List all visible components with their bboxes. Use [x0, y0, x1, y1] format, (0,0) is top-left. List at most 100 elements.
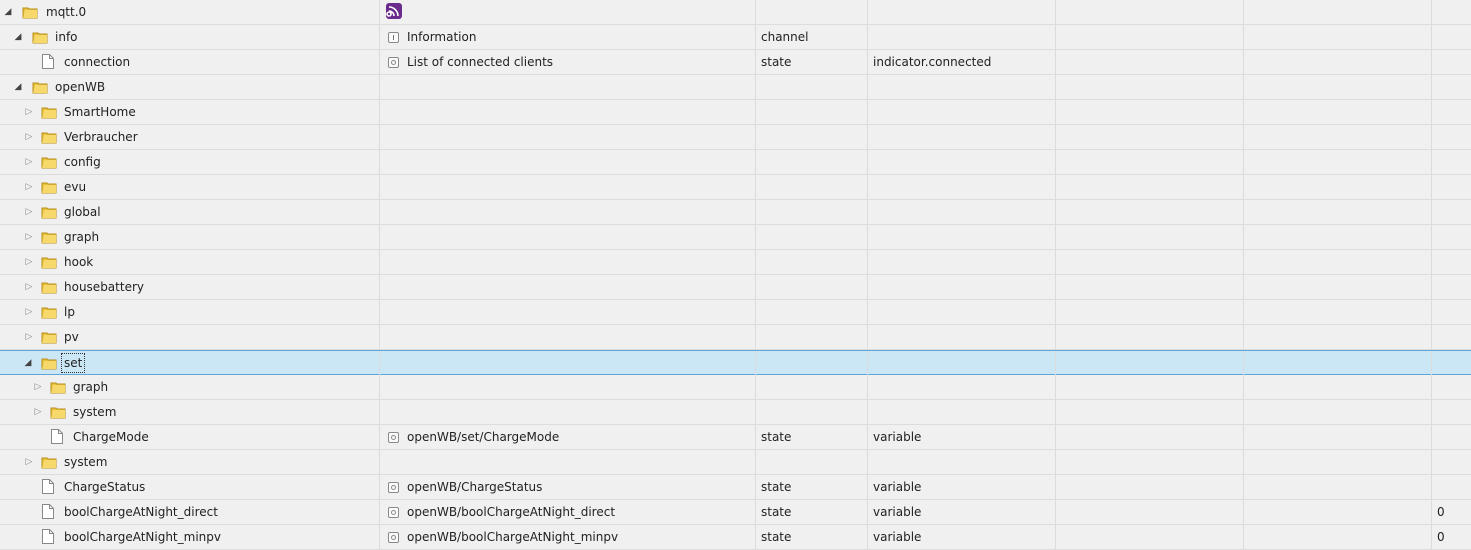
tree-label: info [55, 30, 78, 44]
folder-icon [50, 407, 66, 419]
room-cell [1055, 300, 1243, 324]
type-cell [755, 225, 867, 249]
type-cell [755, 100, 867, 124]
expanded-arrow-icon[interactable]: ◢ [3, 0, 13, 24]
function-cell [1243, 500, 1431, 524]
tree-cell-id: ▷ system [0, 450, 379, 474]
tree-label: pv [64, 330, 79, 344]
collapsed-arrow-icon[interactable]: ▷ [24, 250, 34, 274]
tree-row-mqtt-0[interactable]: ◢ mqtt.0 [0, 0, 1471, 25]
value-cell [1431, 250, 1471, 274]
collapsed-arrow-icon[interactable]: ▷ [33, 375, 43, 399]
collapsed-arrow-icon[interactable]: ▷ [24, 125, 34, 149]
value-cell [1431, 150, 1471, 174]
tree-row-boolchargeatnight-direct[interactable]: boolChargeAtNight_direct openWB/boolChar… [0, 500, 1471, 525]
tree-row-hook[interactable]: ▷ hook [0, 250, 1471, 275]
room-cell [1055, 525, 1243, 549]
file-icon [42, 54, 54, 69]
tree-label: lp [64, 305, 75, 319]
folder-icon [41, 132, 57, 144]
function-cell [1243, 275, 1431, 299]
function-cell [1243, 400, 1431, 424]
room-cell [1055, 375, 1243, 399]
function-cell [1243, 375, 1431, 399]
collapsed-arrow-icon[interactable]: ▷ [24, 275, 34, 299]
type-cell [755, 0, 867, 24]
tree-cell-id: ▷ SmartHome [0, 100, 379, 124]
tree-row-set-graph[interactable]: ▷ graph [0, 375, 1471, 400]
collapsed-arrow-icon[interactable]: ▷ [24, 225, 34, 249]
collapsed-arrow-icon[interactable]: ▷ [24, 175, 34, 199]
function-cell [1243, 150, 1431, 174]
expanded-arrow-icon[interactable]: ◢ [13, 25, 23, 49]
tree-row-verbraucher[interactable]: ▷ Verbraucher [0, 125, 1471, 150]
function-cell [1243, 425, 1431, 449]
collapsed-arrow-icon[interactable]: ▷ [24, 450, 34, 474]
value-cell [1431, 75, 1471, 99]
name-cell [379, 325, 755, 349]
type-cell: state [755, 425, 867, 449]
expanded-arrow-icon[interactable]: ◢ [13, 75, 23, 99]
role-cell [867, 0, 1055, 24]
function-cell [1243, 525, 1431, 549]
tree-row-chargemode[interactable]: ChargeMode openWB/set/ChargeMode state v… [0, 425, 1471, 450]
role-cell [867, 325, 1055, 349]
value-cell [1431, 0, 1471, 24]
tree-row-set[interactable]: ◢ set [0, 350, 1471, 375]
tree-label: openWB [55, 80, 106, 94]
role-cell [867, 250, 1055, 274]
tree-row-info[interactable]: ◢ info Information channel [0, 25, 1471, 50]
value-cell [1431, 300, 1471, 324]
name-cell [379, 0, 755, 24]
tree-cell-id: ▷ lp [0, 300, 379, 324]
type-cell [755, 75, 867, 99]
tree-label: graph [64, 230, 100, 244]
tree-row-smarthome[interactable]: ▷ SmartHome [0, 100, 1471, 125]
collapsed-arrow-icon[interactable]: ▷ [24, 150, 34, 174]
info-icon [388, 32, 399, 43]
folder-icon [32, 32, 48, 44]
type-cell [755, 400, 867, 424]
value-cell[interactable]: 0 [1431, 500, 1471, 524]
tree-row-config[interactable]: ▷ config [0, 150, 1471, 175]
name-cell [379, 100, 755, 124]
room-cell [1055, 450, 1243, 474]
tree-cell-id: ChargeMode [0, 425, 379, 449]
room-cell [1055, 500, 1243, 524]
state-icon [388, 57, 399, 68]
collapsed-arrow-icon[interactable]: ▷ [24, 325, 34, 349]
tree-row-openwb[interactable]: ◢ openWB [0, 75, 1471, 100]
value-cell [1431, 325, 1471, 349]
tree-label: hook [64, 255, 94, 269]
tree-row-chargestatus[interactable]: ChargeStatus openWB/ChargeStatus state v… [0, 475, 1471, 500]
room-cell [1055, 400, 1243, 424]
type-cell [755, 450, 867, 474]
value-cell [1431, 425, 1471, 449]
tree-row-lp[interactable]: ▷ lp [0, 300, 1471, 325]
collapsed-arrow-icon[interactable]: ▷ [24, 100, 34, 124]
tree-row-connection[interactable]: connection List of connected clients sta… [0, 50, 1471, 75]
type-cell [755, 200, 867, 224]
collapsed-arrow-icon[interactable]: ▷ [24, 300, 34, 324]
tree-row-boolchargeatnight-minpv[interactable]: boolChargeAtNight_minpv openWB/boolCharg… [0, 525, 1471, 550]
tree-row-system[interactable]: ▷ system [0, 450, 1471, 475]
role-cell [867, 25, 1055, 49]
value-cell [1431, 351, 1471, 375]
tree-row-set-system[interactable]: ▷ system [0, 400, 1471, 425]
collapsed-arrow-icon[interactable]: ▷ [24, 200, 34, 224]
role-cell [867, 300, 1055, 324]
expanded-arrow-icon[interactable]: ◢ [23, 351, 33, 375]
value-cell[interactable]: 0 [1431, 525, 1471, 549]
tree-row-housebattery[interactable]: ▷ housebattery [0, 275, 1471, 300]
tree-row-graph[interactable]: ▷ graph [0, 225, 1471, 250]
role-cell [867, 100, 1055, 124]
tree-label: housebattery [64, 280, 144, 294]
tree-label: ChargeMode [73, 430, 149, 444]
state-icon [388, 532, 399, 543]
tree-row-global[interactable]: ▷ global [0, 200, 1471, 225]
tree-row-pv[interactable]: ▷ pv [0, 325, 1471, 350]
tree-cell-id: ▷ housebattery [0, 275, 379, 299]
collapsed-arrow-icon[interactable]: ▷ [33, 400, 43, 424]
room-cell [1055, 200, 1243, 224]
tree-row-evu[interactable]: ▷ evu [0, 175, 1471, 200]
